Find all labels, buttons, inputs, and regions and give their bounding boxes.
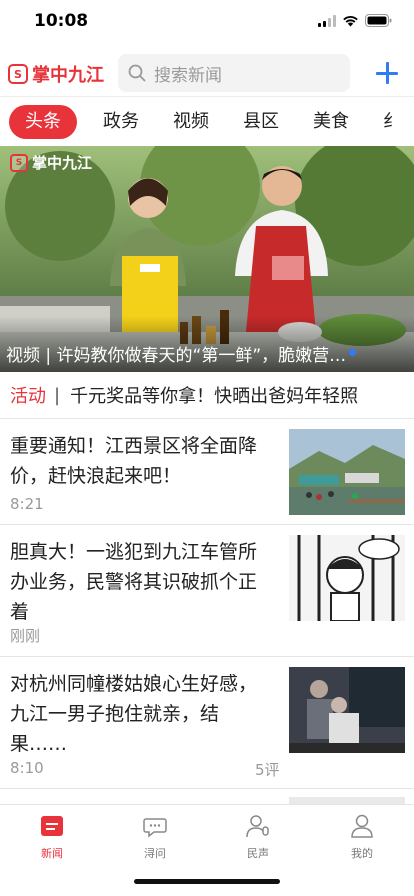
watermark-logo-icon: S: [10, 153, 28, 172]
chat-bubble-icon: [143, 818, 167, 838]
news-title: 胆真大！一逃犯到九江车管所办业务，民警将其识破抓个正着: [10, 541, 258, 623]
status-time: 10:08: [34, 11, 89, 31]
app-name: 掌中九江: [32, 65, 104, 86]
profile-icon: [351, 814, 373, 838]
tabbar-xunwen[interactable]: 浔问: [115, 813, 195, 861]
news-time: 8:21: [10, 495, 44, 513]
watermark-text: 掌中九江: [32, 154, 93, 172]
add-button[interactable]: [374, 60, 400, 86]
news-thumbnail: [289, 429, 405, 515]
tab-video[interactable]: 视频: [173, 105, 209, 139]
search-icon: [128, 64, 146, 82]
wifi-icon: [342, 15, 359, 27]
tab-more-partial[interactable]: 纟: [383, 105, 401, 139]
tabbar-profile[interactable]: 我的: [322, 813, 402, 861]
tabbar-xunwen-label: 浔问: [144, 847, 166, 860]
news-item[interactable]: 对杭州同幢楼姑娘心生好感，九江一男子抱住就亲，结果…… 8:10 5评: [0, 656, 414, 788]
news-title: 对杭州同幢楼姑娘心生好感，九江一男子抱住就亲，结果……: [10, 673, 258, 755]
tabbar-news-label: 新闻: [41, 847, 63, 860]
category-tabs: 头条 政务 视频 县区 美食 纟: [0, 102, 414, 142]
status-icons: [318, 14, 392, 27]
battery-icon: [365, 14, 392, 27]
news-time: 8:10: [10, 759, 44, 777]
app-logo[interactable]: S 掌中九江: [8, 61, 104, 87]
news-time: 刚刚: [10, 627, 41, 645]
promo-tag: 活动: [10, 386, 46, 407]
carousel-indicator: [349, 349, 356, 356]
promo-text: 千元奖品等你拿！快晒出爸妈年轻照: [70, 386, 359, 407]
app-header: S 掌中九江 搜索新闻: [0, 50, 414, 96]
home-indicator: [134, 879, 280, 884]
news-title: 重要通知！江西景区将全面降价，赶快浪起来吧！: [10, 435, 258, 487]
news-list: 重要通知！江西景区将全面降价，赶快浪起来吧！ 8:21 胆真大！一逃犯到九江车管…: [0, 418, 414, 819]
tab-headlines[interactable]: 头条: [9, 105, 77, 139]
hero-caption: 视频 | 许妈教你做春天的“第一鲜”，脆嫩营…: [6, 346, 347, 366]
news-icon: [41, 816, 63, 836]
header-divider: [0, 96, 414, 97]
news-thumbnail: [289, 535, 405, 621]
news-item[interactable]: 重要通知！江西景区将全面降价，赶快浪起来吧！ 8:21: [0, 418, 414, 524]
cellular-signal-icon: [318, 14, 336, 27]
promo-separator: |: [54, 384, 61, 406]
tab-government[interactable]: 政务: [103, 105, 139, 139]
tabbar-profile-label: 我的: [351, 847, 373, 860]
voice-user-icon: [246, 815, 269, 838]
news-comment-count: 5评: [255, 761, 280, 779]
search-input[interactable]: 搜索新闻: [118, 54, 350, 92]
tabbar-minsheng[interactable]: 民声: [218, 813, 298, 861]
tabbar-news[interactable]: 新闻: [12, 813, 92, 861]
status-bar: 10:08: [0, 0, 414, 44]
news-thumbnail: [289, 667, 405, 753]
promo-banner[interactable]: 活动 | 千元奖品等你拿！快晒出爸妈年轻照: [0, 372, 414, 418]
search-placeholder: 搜索新闻: [154, 65, 222, 86]
news-item[interactable]: 胆真大！一逃犯到九江车管所办业务，民警将其识破抓个正着 刚刚: [0, 524, 414, 656]
tabbar-minsheng-label: 民声: [247, 847, 269, 860]
hero-banner[interactable]: S 掌中九江 视频 | 许妈教你做春天的“第一鲜”，脆嫩营…: [0, 146, 414, 372]
tab-counties[interactable]: 县区: [243, 105, 279, 139]
tab-food[interactable]: 美食: [313, 105, 349, 139]
hero-watermark: S 掌中九江: [10, 152, 92, 173]
logo-mark-icon: S: [8, 64, 28, 84]
